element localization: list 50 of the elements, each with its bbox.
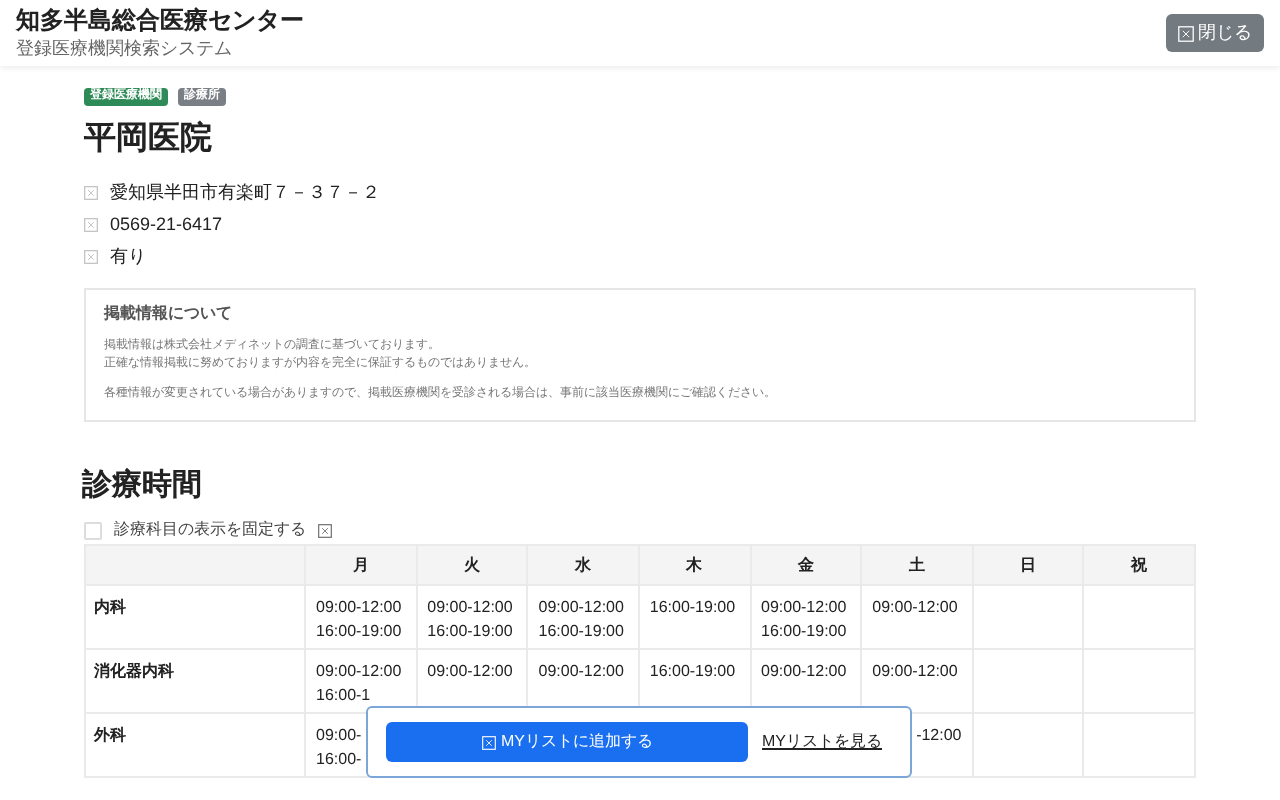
site-title: 知多半島総合医療センター xyxy=(16,6,304,36)
image-placeholder-icon xyxy=(318,523,332,537)
weekday-header: 木 xyxy=(638,545,750,585)
department-cell: 外科 xyxy=(85,713,305,777)
hours-text: 16:00-1 xyxy=(316,684,371,708)
detail-text: 0569-21-6417 xyxy=(110,211,223,238)
image-placeholder-icon xyxy=(84,250,98,264)
hours-text: 09:00-12:00 xyxy=(761,596,847,620)
image-placeholder-icon xyxy=(481,735,495,749)
weekday-header: 祝 xyxy=(1083,545,1195,585)
add-to-mylist-button[interactable]: MYリストに追加する xyxy=(386,722,748,762)
weekday-header: 月 xyxy=(305,545,417,585)
image-placeholder-icon xyxy=(1178,25,1194,41)
image-placeholder-icon xyxy=(84,218,98,232)
hours-text: 09:00-12:00 xyxy=(538,660,624,684)
view-mylist-link[interactable]: MYリストを見る xyxy=(762,730,882,754)
section-title: 診療時間 xyxy=(82,466,204,506)
hours-text: 16:00-19:00 xyxy=(316,620,402,644)
hours-text: 16:00- xyxy=(316,748,362,772)
hours-text: 16:00-19:00 xyxy=(649,660,736,684)
notice-title: 掲載情報について xyxy=(104,302,234,326)
weekday-header: 金 xyxy=(750,545,862,585)
department-cell: 内科 xyxy=(85,585,305,649)
department-cell: 消化器内科 xyxy=(85,649,305,713)
hours-text: 09:00-12:00 xyxy=(761,660,847,684)
hours-text: 16:00-19:00 xyxy=(427,620,513,644)
hours-text: 09:00-12:00 xyxy=(427,660,513,684)
clinic-name: 平岡医院 xyxy=(84,120,214,160)
weekday-header: 火 xyxy=(416,545,528,585)
hours-text: 16:00-19:00 xyxy=(649,596,736,620)
checkbox-label: 診療科目の表示を固定する xyxy=(114,518,306,542)
hours-text: 09:00-12:00 xyxy=(872,596,958,620)
hours-text: 09:00-12:00 xyxy=(316,596,402,620)
hours-text: 09:00-12:00 xyxy=(538,596,624,620)
detail-text: 有り xyxy=(110,243,146,270)
weekday-header: 土 xyxy=(861,545,973,585)
site-subtitle: 登録医療機関検索システム xyxy=(16,36,234,60)
hours-text: 09:00-12:00 xyxy=(316,660,402,684)
image-placeholder-icon xyxy=(84,186,98,200)
weekday-header: 日 xyxy=(972,545,1084,585)
fix-checkbox[interactable] xyxy=(84,521,102,539)
hours-text: 09:00- xyxy=(316,724,362,748)
hours-text: 09:00-12:00 xyxy=(427,596,513,620)
hours-text: 09:00-12:00 xyxy=(872,660,958,684)
detail-text: 愛知県半田市有楽町７－３７－２ xyxy=(110,179,380,206)
hours-text: -12:00 xyxy=(916,724,962,748)
hours-text: 16:00-19:00 xyxy=(538,620,624,644)
close-button[interactable]: 閉じる xyxy=(1166,14,1264,52)
weekday-header: 水 xyxy=(527,545,639,585)
hours-text: 16:00-19:00 xyxy=(761,620,847,644)
